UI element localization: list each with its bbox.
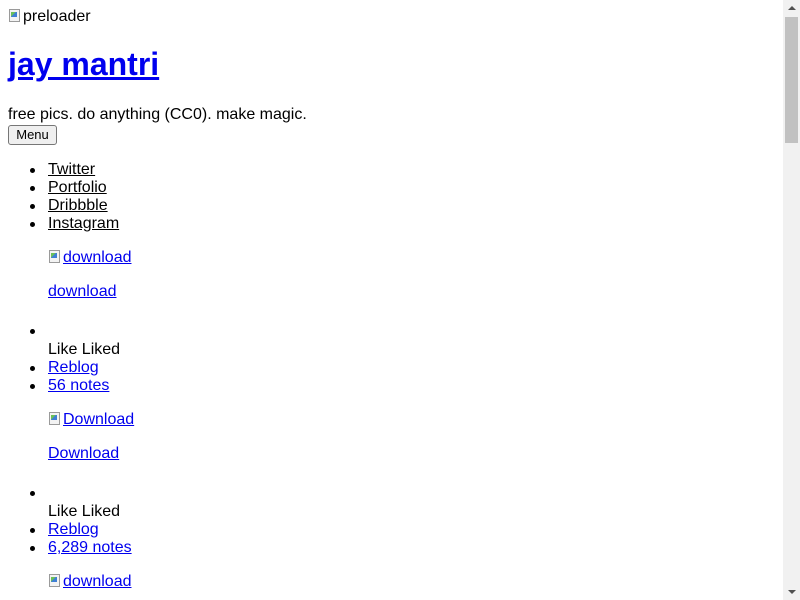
dribbble-link[interactable]: Dribbble bbox=[48, 197, 108, 214]
preloader-image: preloader bbox=[8, 8, 91, 26]
social-link-item: Portfolio bbox=[30, 179, 107, 197]
site-title: jay mantri bbox=[8, 46, 159, 83]
list-bullet bbox=[30, 528, 35, 533]
broken-image-icon bbox=[48, 411, 62, 427]
broken-image-icon bbox=[8, 8, 22, 24]
scroll-up-arrow-icon[interactable] bbox=[783, 0, 800, 17]
list-bullet bbox=[30, 329, 35, 334]
tagline: free pics. do anything (CC0). make magic… bbox=[8, 106, 307, 123]
post-image-link[interactable]: download bbox=[48, 573, 132, 591]
download-link[interactable]: Download bbox=[48, 445, 119, 463]
broken-image-icon bbox=[48, 249, 62, 265]
list-bullet bbox=[30, 366, 35, 371]
post-image-alt: download bbox=[63, 573, 132, 590]
like-liked-text[interactable]: Like Liked bbox=[48, 503, 120, 521]
twitter-link[interactable]: Twitter bbox=[48, 161, 95, 178]
notes-link[interactable]: 6,289 notes bbox=[48, 539, 132, 557]
instagram-link[interactable]: Instagram bbox=[48, 215, 119, 232]
scroll-down-arrow-icon[interactable] bbox=[783, 583, 800, 600]
list-bullet bbox=[30, 546, 35, 551]
list-bullet bbox=[30, 384, 35, 389]
social-link-item: Dribbble bbox=[30, 197, 108, 215]
menu-button[interactable]: Menu bbox=[8, 125, 57, 145]
post-image-alt: Download bbox=[63, 411, 135, 428]
reblog-link[interactable]: Reblog bbox=[48, 359, 99, 377]
site-title-link[interactable]: jay mantri bbox=[8, 46, 159, 82]
vertical-scrollbar[interactable] bbox=[783, 0, 800, 600]
post-image-link[interactable]: Download bbox=[48, 411, 134, 429]
broken-image-icon bbox=[48, 573, 62, 589]
post-image-alt: download bbox=[63, 249, 132, 266]
post-image-link[interactable]: download bbox=[48, 249, 132, 267]
like-liked-text[interactable]: Like Liked bbox=[48, 341, 120, 359]
page: preloader jay mantri free pics. do anyth… bbox=[0, 0, 783, 600]
scrollbar-thumb[interactable] bbox=[785, 17, 798, 143]
reblog-link[interactable]: Reblog bbox=[48, 521, 99, 539]
notes-link[interactable]: 56 notes bbox=[48, 377, 109, 395]
social-link-item: Twitter bbox=[29, 161, 95, 179]
social-link-item: Instagram bbox=[29, 215, 119, 233]
download-link[interactable]: download bbox=[48, 283, 117, 301]
portfolio-link[interactable]: Portfolio bbox=[48, 179, 107, 196]
list-bullet bbox=[30, 491, 35, 496]
preloader-alt-text: preloader bbox=[23, 8, 91, 25]
